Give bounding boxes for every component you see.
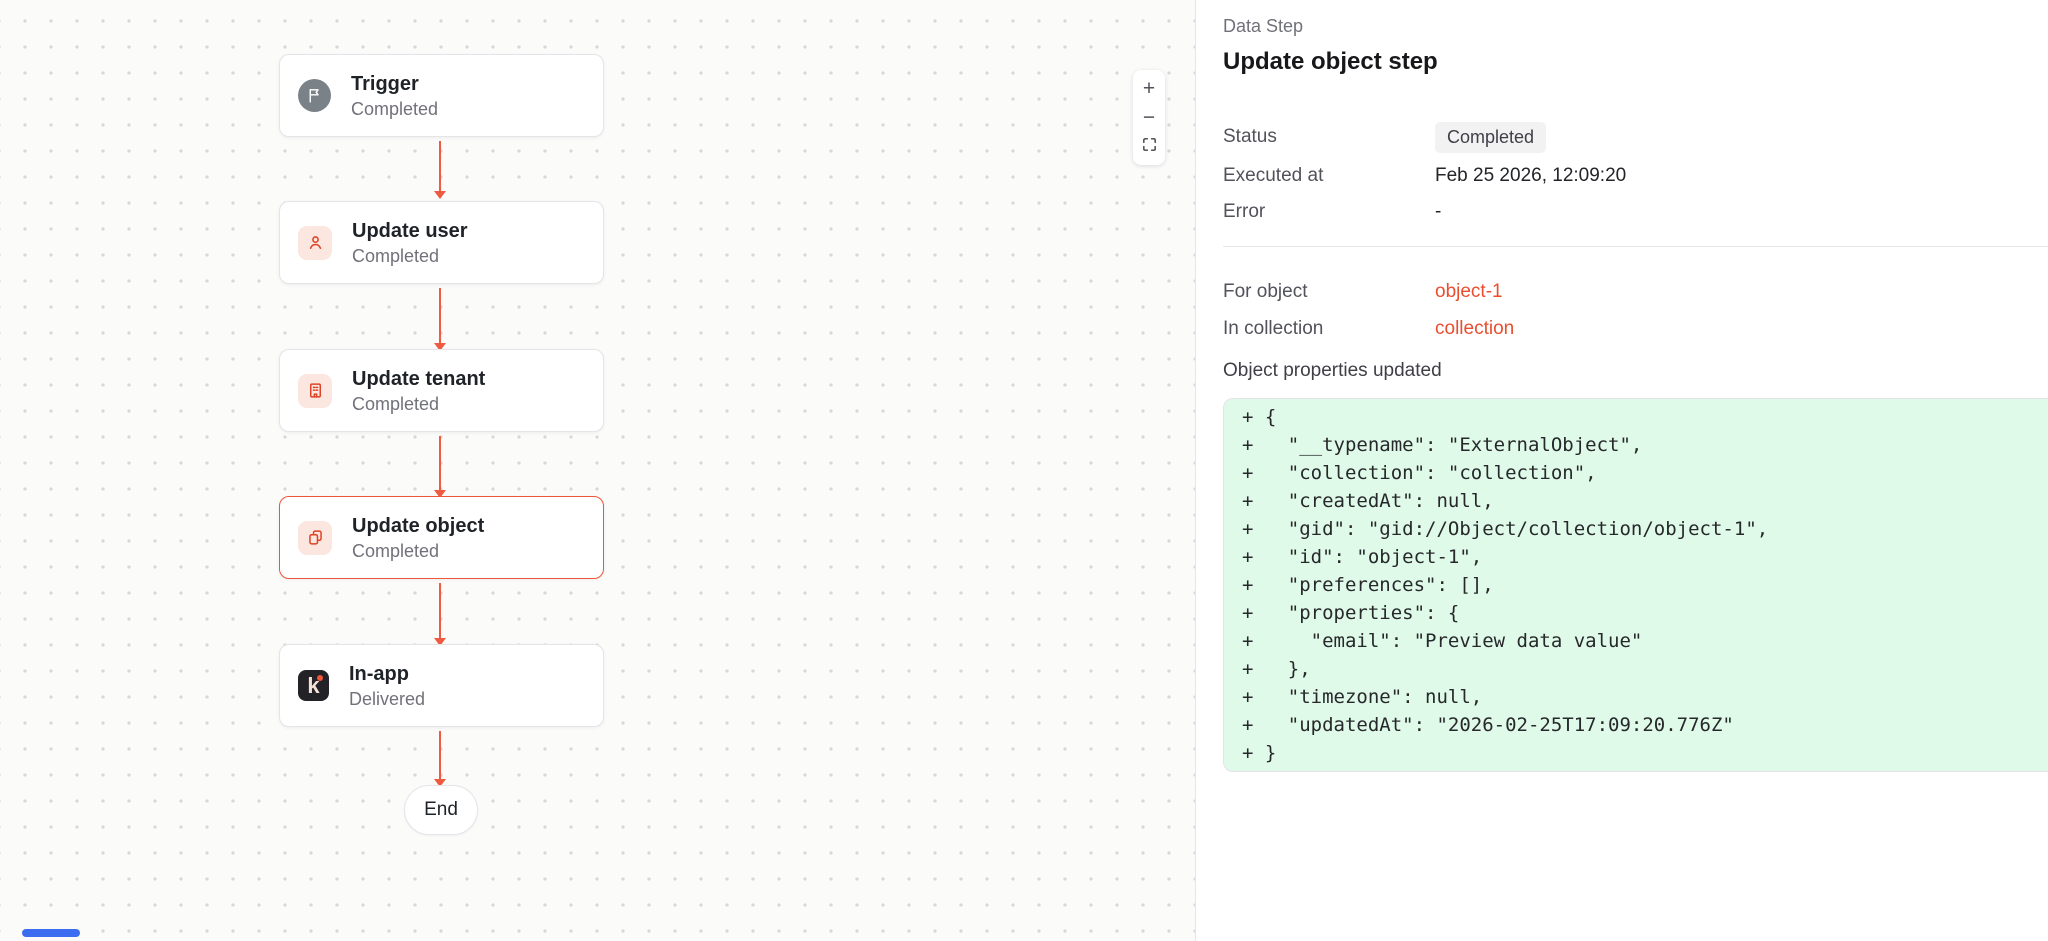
node-title: In-app (349, 661, 425, 687)
edge-arrow (439, 141, 441, 192)
workflow-canvas[interactable]: Trigger Completed Update user Completed … (0, 0, 1196, 941)
diff-line: + "updatedAt": "2026-02-25T17:09:20.776Z… (1242, 711, 2030, 739)
workflow-node-update-tenant[interactable]: Update tenant Completed (279, 349, 604, 432)
section-divider (1223, 246, 2048, 247)
node-title: Update tenant (352, 366, 485, 392)
step-type-label: Data Step (1223, 14, 2048, 38)
diff-line: + "email": "Preview data value" (1242, 627, 2030, 655)
building-icon (298, 374, 332, 408)
object-properties-label: Object properties updated (1223, 357, 2048, 385)
node-status: Completed (352, 244, 468, 268)
in-collection-label: In collection (1223, 318, 1435, 340)
diff-line: + "timezone": null, (1242, 683, 2030, 711)
object-link[interactable]: object-1 (1435, 281, 1503, 303)
node-status: Completed (352, 539, 484, 563)
knock-k-icon: k (298, 670, 329, 701)
edge-arrow (439, 436, 441, 491)
page-title: Update object step (1223, 46, 2048, 78)
canvas-zoom-toolbar: + − (1133, 70, 1165, 165)
edge-arrow (439, 731, 441, 780)
error-label: Error (1223, 201, 1435, 223)
zoom-in-button[interactable]: + (1133, 74, 1165, 103)
minus-icon: − (1143, 107, 1155, 128)
in-collection-row: In collection collection (1223, 315, 2048, 343)
workflow-node-in-app[interactable]: k In-app Delivered (279, 644, 604, 727)
diff-line: + "createdAt": null, (1242, 487, 2030, 515)
node-status: Completed (352, 392, 485, 416)
edge-arrow (439, 583, 441, 639)
status-label: Status (1223, 126, 1435, 148)
status-badge: Completed (1435, 122, 1546, 153)
node-title: Trigger (351, 71, 438, 97)
diff-line: + "collection": "collection", (1242, 459, 2030, 487)
diff-line: + "gid": "gid://Object/collection/object… (1242, 515, 2030, 543)
playback-progress-bar (22, 929, 80, 937)
node-title: Update user (352, 218, 468, 244)
executed-at-row: Executed at Feb 25 2026, 12:09:20 (1223, 162, 2048, 190)
executed-at-value: Feb 25 2026, 12:09:20 (1435, 165, 1626, 187)
workflow-node-trigger[interactable]: Trigger Completed (279, 54, 604, 137)
edge-arrow (439, 288, 441, 344)
workflow-end-node[interactable]: End (404, 785, 478, 835)
diff-line: + "id": "object-1", (1242, 543, 2030, 571)
fit-view-button[interactable] (1133, 132, 1165, 161)
node-status: Completed (351, 97, 438, 121)
collection-link[interactable]: collection (1435, 318, 1514, 340)
executed-at-label: Executed at (1223, 165, 1435, 187)
workflow-node-update-object[interactable]: Update object Completed (279, 496, 604, 579)
error-value: - (1435, 201, 1441, 223)
diff-line: + "properties": { (1242, 599, 2030, 627)
diff-line: + }, (1242, 655, 2030, 683)
node-status: Delivered (349, 687, 425, 711)
error-row: Error - (1223, 198, 2048, 226)
status-row: Status Completed (1223, 120, 2048, 154)
object-copy-icon (298, 521, 332, 555)
for-object-row: For object object-1 (1223, 278, 2048, 306)
object-properties-diff: + { + "__typename": "ExternalObject", + … (1223, 398, 2048, 772)
plus-icon: + (1143, 78, 1155, 99)
diff-line: + "__typename": "ExternalObject", (1242, 431, 2030, 459)
workflow-node-update-user[interactable]: Update user Completed (279, 201, 604, 284)
zoom-out-button[interactable]: − (1133, 103, 1165, 132)
diff-line: + } (1242, 739, 2030, 767)
step-details-panel: Data Step Update object step Status Comp… (1196, 0, 2048, 941)
diff-line: + { (1242, 403, 2030, 431)
flag-icon (298, 79, 331, 112)
diff-line: + "preferences": [], (1242, 571, 2030, 599)
node-title: Update object (352, 513, 484, 539)
end-label: End (424, 799, 458, 821)
for-object-label: For object (1223, 281, 1435, 303)
user-icon (298, 226, 332, 260)
fit-view-icon (1141, 136, 1158, 157)
